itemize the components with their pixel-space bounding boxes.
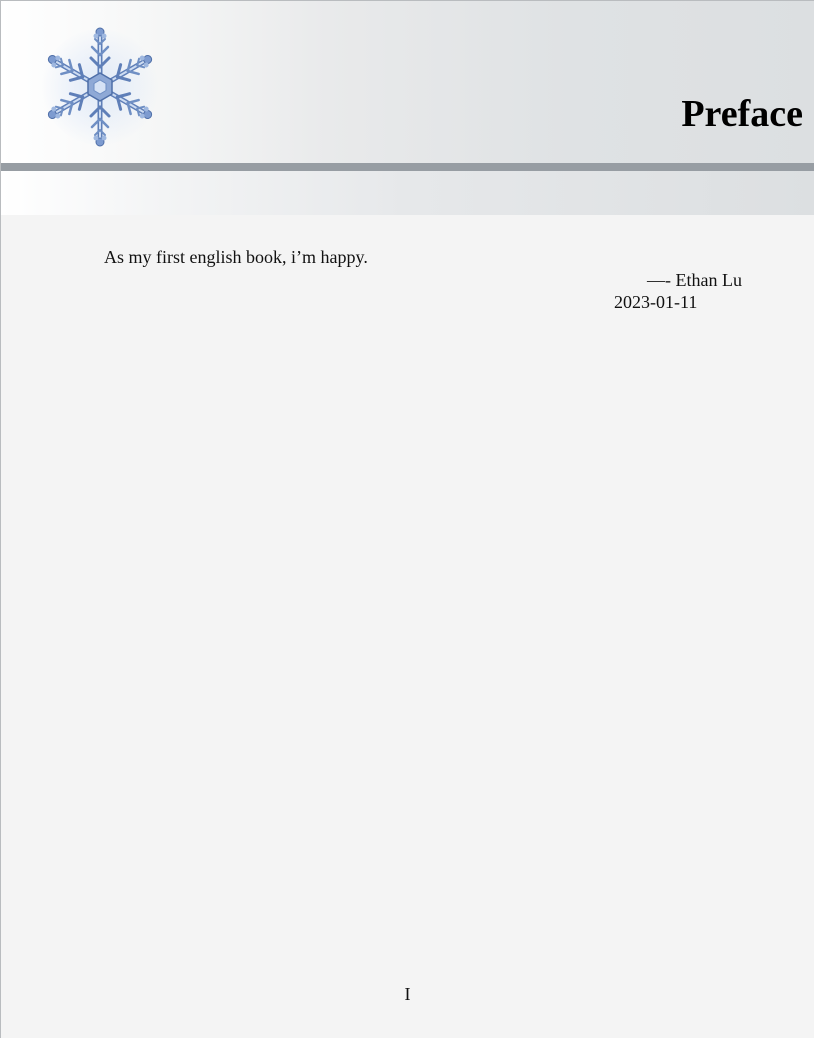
- page-number: I: [404, 984, 411, 1004]
- signature-line: —- Ethan Lu: [647, 270, 742, 292]
- header-rule: [1, 163, 814, 171]
- signature-dash: —-: [647, 270, 671, 290]
- chapter-header-band: Preface: [1, 1, 814, 163]
- header-sub-band: [1, 171, 814, 215]
- signature-name: Ethan Lu: [675, 270, 742, 290]
- preface-paragraph: As my first english book, i’m happy.: [104, 247, 368, 267]
- chapter-title: Preface: [681, 93, 803, 135]
- document-page: Preface As my first english book, i’m ha…: [0, 0, 814, 1038]
- signature-date: 2023-01-11: [614, 292, 698, 312]
- snowflake-icon: [34, 27, 166, 153]
